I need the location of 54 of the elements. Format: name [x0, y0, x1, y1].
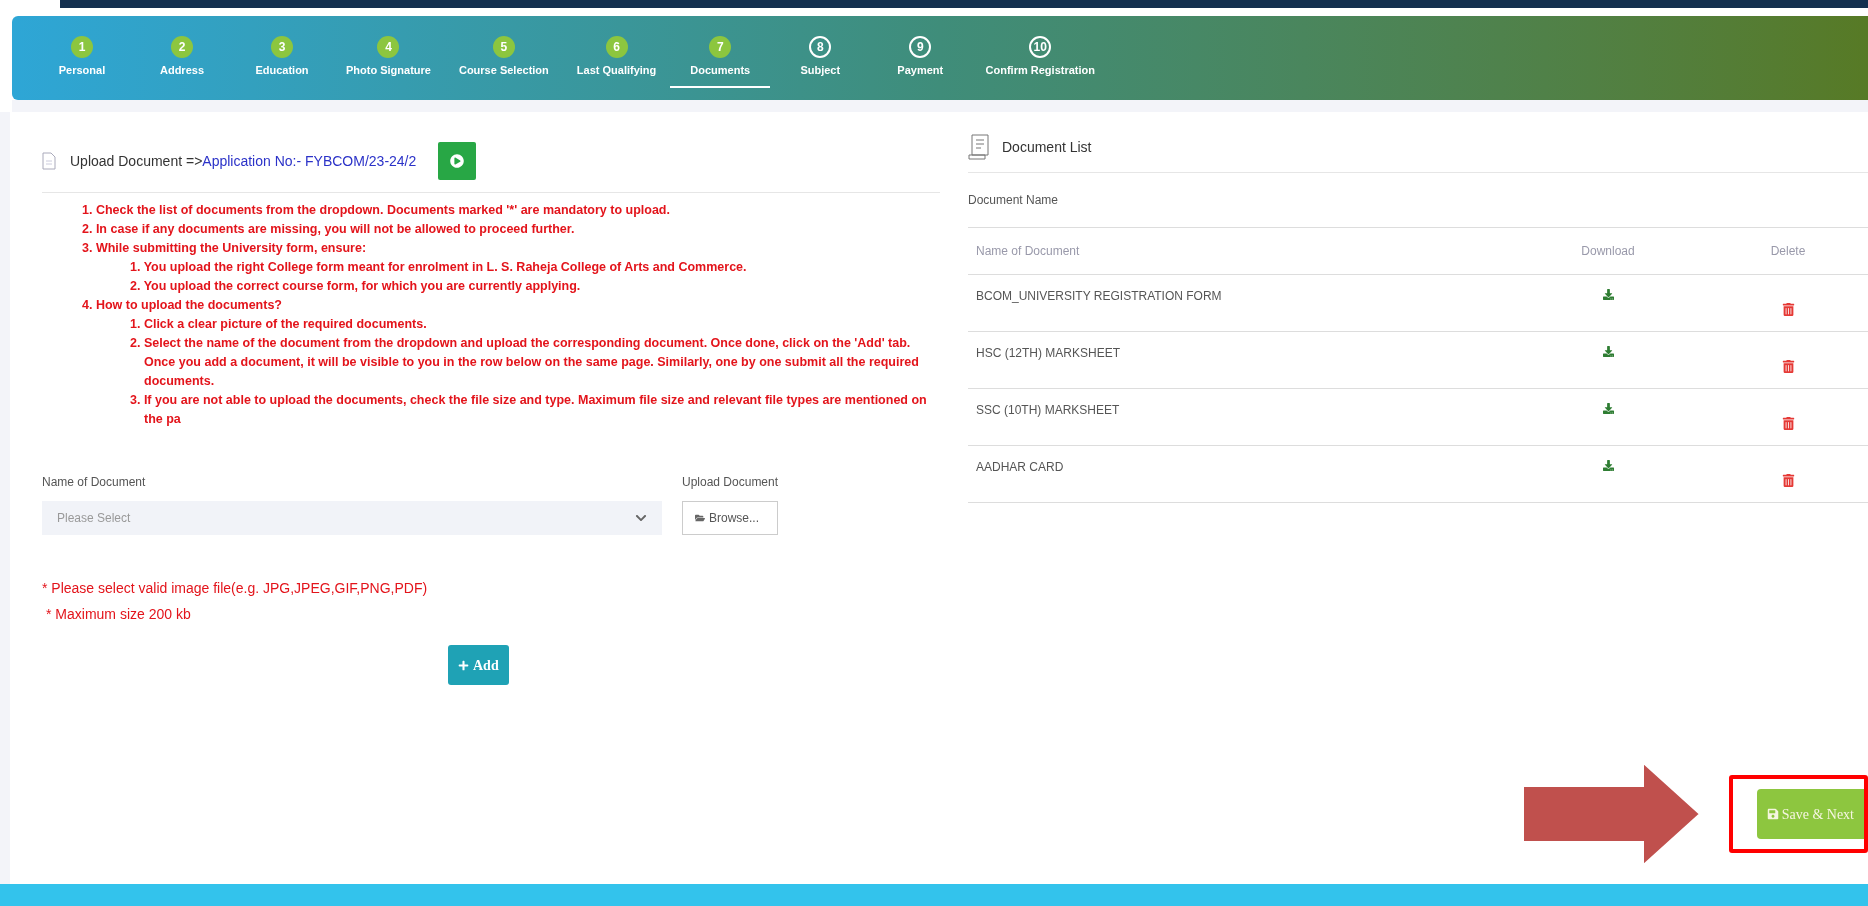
column-header: Download — [1508, 228, 1708, 275]
add-button[interactable]: Add — [448, 645, 509, 685]
browse-button[interactable]: Browse... — [682, 501, 779, 535]
play-icon — [450, 154, 465, 168]
step-tab[interactable]: 2 Address — [132, 28, 232, 88]
section-label: Document Name — [968, 173, 1868, 228]
table-cell: SSC (10TH) MARKSHEET — [968, 389, 1508, 446]
step-tab[interactable]: 1 Personal — [32, 28, 132, 88]
instruction-text: 2. Select the name of the document from the dropdown and upload the corresponding document. Once done, click on the 'Add' tab. Once you add a document, it will be visible to you in the row below on the same page. Similarly, one by one submit all the required documents. — [130, 335, 920, 390]
step-tab[interactable]: 3 Education — [232, 28, 332, 88]
folder-icon — [695, 513, 705, 523]
download-icon[interactable] — [1602, 403, 1614, 414]
delete-icon[interactable] — [1781, 303, 1795, 316]
step-tab[interactable]: 8 Subject — [770, 28, 871, 88]
instruction-text: 4. How to upload the documents? — [82, 297, 283, 314]
step-tab[interactable]: 9 Payment — [870, 28, 971, 88]
delete-icon[interactable] — [1781, 474, 1795, 487]
panel-title: Document List — [1002, 137, 1092, 157]
step-tab[interactable]: 6 Last Qualifying — [562, 28, 671, 88]
validation-note: * Please select valid image file(e.g. JPG,JPEG,GIF,PNG,PDF) — [42, 579, 429, 598]
table-cell: HSC (12TH) MARKSHEET — [968, 332, 1508, 389]
column-header: Delete — [1708, 228, 1868, 275]
column-header: Name of Document — [968, 228, 1508, 275]
plus-icon — [458, 659, 469, 671]
instruction-text: 2. In case if any documents are missing, you will not be allowed to proceed further. — [82, 221, 576, 238]
table-cell: BCOM_UNIVERSITY REGISTRATION FORM — [968, 275, 1508, 332]
save-next-button[interactable]: Save & Next — [1756, 789, 1864, 839]
download-icon[interactable] — [1602, 460, 1614, 471]
step-tab[interactable]: 5 Course Selection — [444, 28, 563, 88]
instruction-text: 3. While submitting the University form, ensure: — [82, 240, 368, 257]
document-select[interactable]: Please Select — [42, 501, 662, 535]
step-tab[interactable]: 10 Confirm Registration — [970, 28, 1111, 88]
save-icon — [1766, 808, 1779, 820]
download-icon[interactable] — [1602, 289, 1614, 300]
instruction-text: 1. You upload the right College form meant for enrolment in L. S. Raheja College of Arts and Commerce. — [130, 259, 748, 276]
field-label: Upload Document — [682, 474, 779, 491]
delete-icon[interactable] — [1781, 360, 1795, 373]
download-icon[interactable] — [1602, 346, 1614, 357]
field-label: Name of Document — [42, 474, 147, 491]
chevron-icon — [635, 512, 647, 524]
step-tab[interactable]: 7 Documents — [670, 28, 771, 88]
application-number: Application No:- FYBCOM/23-24/2 — [202, 152, 417, 169]
play-button[interactable] — [438, 142, 477, 180]
instruction-text: 1. Click a clear picture of the required documents. — [130, 316, 428, 333]
document-icon — [42, 152, 56, 170]
instruction-text: 3. If you are not able to upload the documents, check the file size and type. Maximum file size and relevant file types are mentioned on the pa — [130, 392, 928, 428]
instruction-text: 1. Check the list of documents from the dropdown. Documents marked '*' are mandatory to upload. — [82, 202, 671, 219]
upload-title: Upload Document => — [70, 152, 203, 169]
step-tab[interactable]: 4 Photo Signature — [332, 28, 445, 88]
document-list-icon — [968, 134, 990, 160]
validation-note: * Maximum size 200 kb — [45, 605, 192, 624]
delete-icon[interactable] — [1781, 417, 1795, 430]
instruction-text: 2. You upload the correct course form, for which you are currently applying. — [130, 278, 582, 295]
table-cell: AADHAR CARD — [968, 446, 1508, 503]
